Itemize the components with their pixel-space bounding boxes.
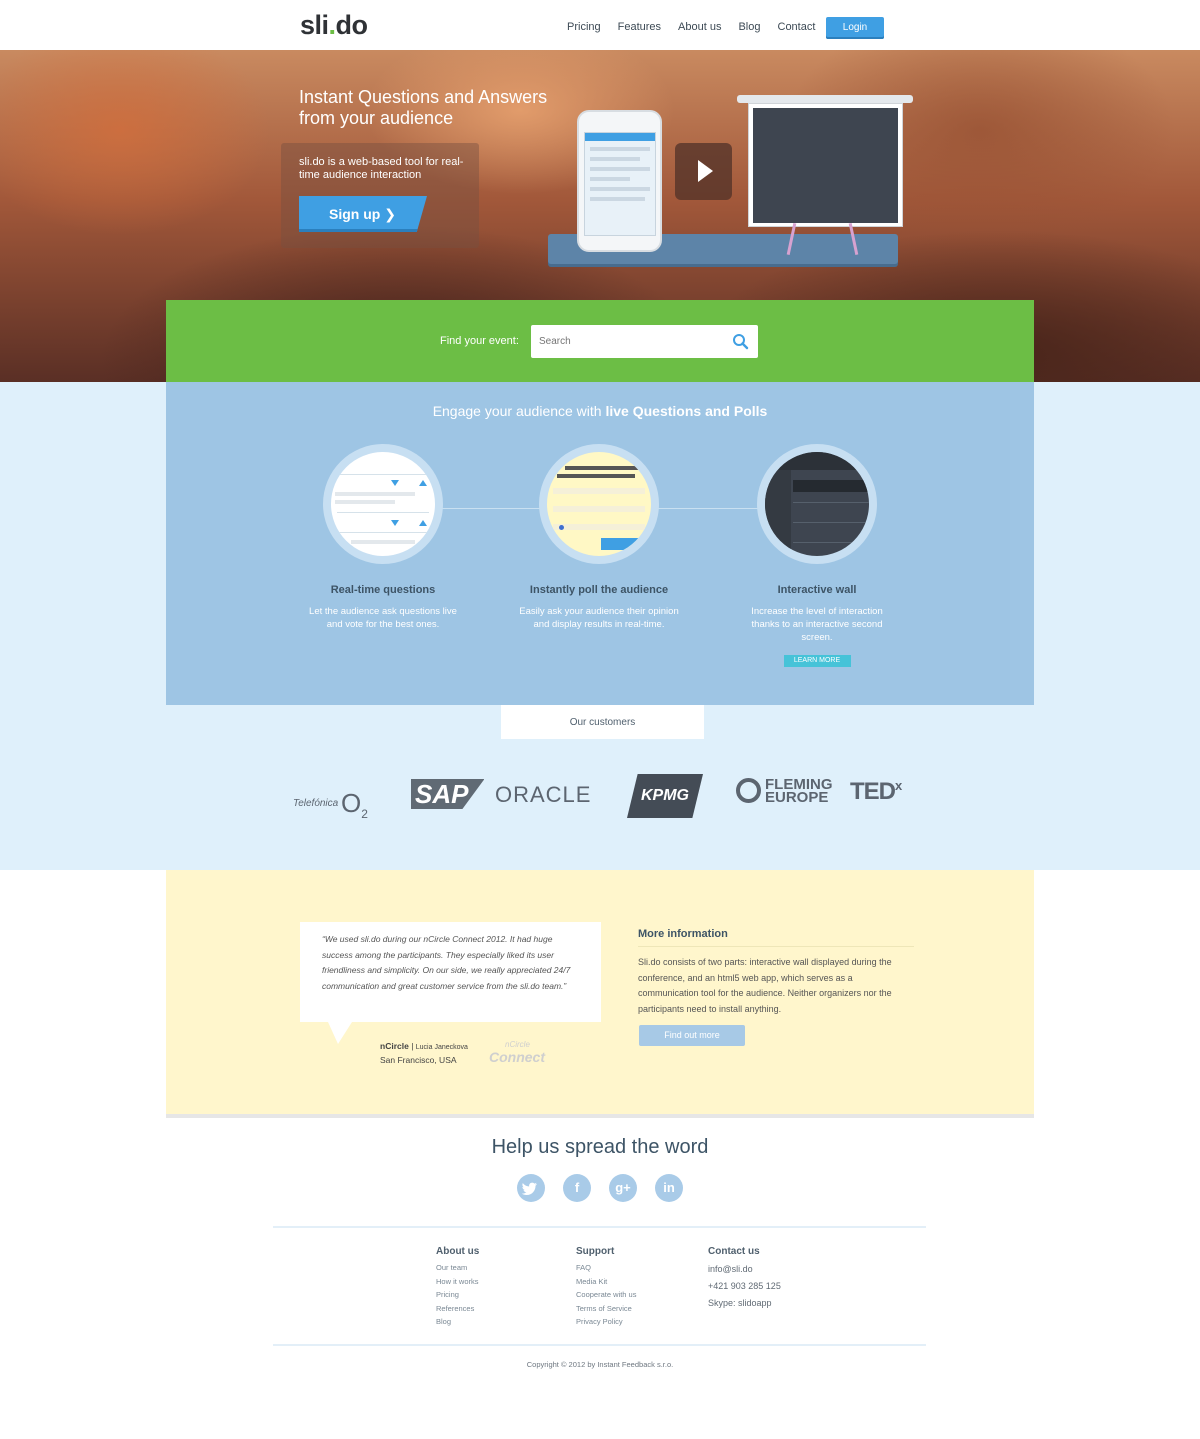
footer-contact-title: Contact us — [708, 1246, 760, 1257]
nav-blog[interactable]: Blog — [738, 21, 760, 33]
engage-title: Engage your audience with live Questions… — [432, 403, 768, 419]
footer-link-faq[interactable]: FAQ — [576, 1261, 636, 1275]
feature-description: Increase the level of interaction thanks… — [751, 606, 883, 643]
more-info-divider — [638, 946, 914, 947]
more-info-title: More information — [638, 928, 728, 940]
poll-illustration — [539, 444, 659, 564]
contact-email[interactable]: info@sli.do — [708, 1261, 781, 1278]
customers-tab: Our customers — [501, 705, 704, 739]
copyright: Copyright © 2012 by Instant Feedback s.r… — [526, 1360, 674, 1369]
footer-link-terms[interactable]: Terms of Service — [576, 1302, 636, 1316]
fleming-europe-logo: FLEMING EUROPE — [736, 777, 833, 805]
footer-support-column: Support FAQ Media Kit Cooperate with us … — [576, 1246, 636, 1329]
kpmg-logo: KPMG — [627, 774, 703, 818]
login-button[interactable]: Login — [826, 17, 884, 39]
projector-screen-illustration — [748, 103, 903, 227]
twitter-icon[interactable] — [517, 1174, 545, 1202]
footer-link-our-team[interactable]: Our team — [436, 1261, 479, 1275]
engage-section: Engage your audience with live Questions… — [166, 382, 1034, 705]
footer-link-how-it-works[interactable]: How it works — [436, 1275, 479, 1289]
testimonial-author: nCircle | Lucia Janeckova San Francisco,… — [380, 1041, 468, 1065]
play-video-icon[interactable] — [675, 143, 732, 200]
footer-top-rule — [273, 1226, 926, 1228]
feature-title: Real-time questions — [330, 584, 436, 596]
feature-title: Interactive wall — [777, 584, 857, 596]
questions-illustration — [323, 444, 443, 564]
hero-title: Instant Questions and Answers from your … — [299, 87, 548, 128]
oracle-logo: ORACLE — [495, 782, 592, 807]
feature-title: Instantly poll the audience — [529, 584, 669, 596]
footer-link-blog[interactable]: Blog — [436, 1315, 479, 1329]
footer-about-column: About us Our team How it works Pricing R… — [436, 1246, 479, 1329]
nav-contact[interactable]: Contact — [778, 21, 816, 33]
customer-logos: Telefónica O2 SAP ORACLE KPMG FLEMING EUR… — [290, 770, 930, 822]
contact-phone: +421 903 285 125 — [708, 1281, 781, 1291]
projector-bar — [737, 95, 913, 103]
social-links: f g+ in — [517, 1174, 683, 1202]
footer-about-title: About us — [436, 1246, 480, 1257]
nav-pricing[interactable]: Pricing — [567, 21, 601, 33]
signup-button[interactable]: Sign up ❯ — [299, 196, 427, 232]
google-plus-icon[interactable]: g+ — [609, 1174, 637, 1202]
wall-illustration — [757, 444, 877, 564]
nav-about-us[interactable]: About us — [678, 21, 721, 33]
section-divider — [166, 1114, 1034, 1118]
footer-bottom-rule — [273, 1344, 926, 1346]
contact-skype: Skype: slidoapp — [708, 1298, 772, 1308]
telefonica-o2-logo: Telefónica O2 — [293, 788, 368, 822]
feature-interactive-wall: Interactive wall Increase the level of i… — [727, 444, 907, 667]
feature-description: Easily ask your audience their opinion a… — [519, 606, 679, 630]
more-info-description: Sli.do consists of two parts: interactiv… — [638, 957, 892, 1014]
quote-tail — [328, 1022, 352, 1044]
hero-description: sli.do is a web-based tool for real-time… — [299, 156, 464, 181]
footer-support-title: Support — [576, 1246, 615, 1257]
footer-link-references[interactable]: References — [436, 1302, 479, 1316]
footer-link-privacy[interactable]: Privacy Policy — [576, 1315, 636, 1329]
phone-illustration — [577, 110, 662, 252]
phone-screen — [584, 132, 656, 236]
footer-link-media-kit[interactable]: Media Kit — [576, 1275, 636, 1289]
footer-link-cooperate[interactable]: Cooperate with us — [576, 1288, 636, 1302]
feature-realtime-questions: Real-time questions Let the audience ask… — [293, 444, 473, 631]
site-header: sli.do Pricing Features About us Blog Co… — [0, 0, 1200, 50]
feature-description: Let the audience ask questions live and … — [309, 606, 457, 630]
learn-more-button[interactable]: LEARN MORE — [783, 655, 851, 667]
testimonial-quote: “We used sli.do during our nCircle Conne… — [300, 922, 601, 1022]
main-nav: Pricing Features About us Blog Contact — [567, 21, 815, 33]
tedx-logo: TEDx — [850, 778, 902, 805]
footer-link-pricing[interactable]: Pricing — [436, 1288, 479, 1302]
search-input[interactable] — [531, 325, 758, 358]
ncircle-connect-logo: nCircle Connect — [489, 1040, 545, 1065]
search-icon[interactable] — [732, 333, 749, 350]
facebook-icon[interactable]: f — [563, 1174, 591, 1202]
linkedin-icon[interactable]: in — [655, 1174, 683, 1202]
spread-title: Help us spread the word — [491, 1136, 709, 1158]
feature-poll: Instantly poll the audience Easily ask y… — [509, 444, 689, 631]
find-out-more-button[interactable]: Find out more — [639, 1025, 745, 1046]
search-label: Find your event: — [440, 335, 519, 347]
nav-features[interactable]: Features — [618, 21, 661, 33]
footer-contact-column: Contact us info@sli.do +421 903 285 125 … — [708, 1246, 781, 1312]
slido-logo[interactable]: sli.do — [300, 10, 368, 41]
find-event-band: Find your event: — [166, 300, 1034, 382]
sap-logo: SAP — [411, 779, 485, 809]
